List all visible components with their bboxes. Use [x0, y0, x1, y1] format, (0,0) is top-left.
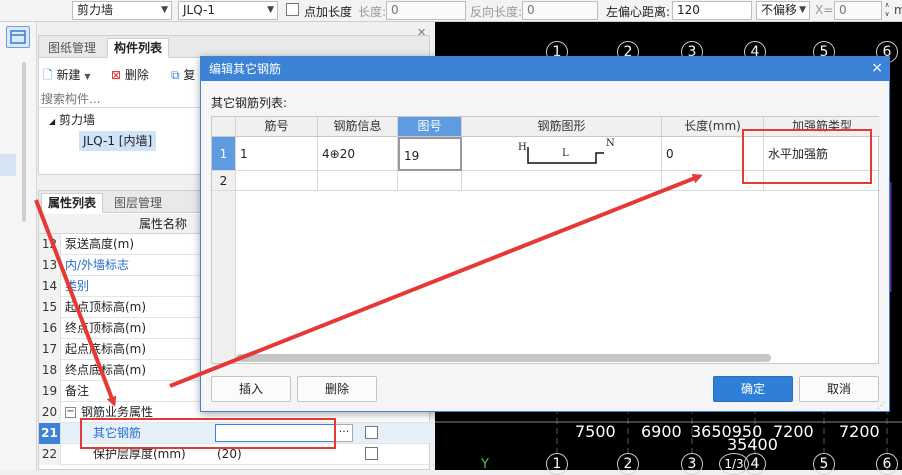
- close-icon[interactable]: ✕: [417, 26, 426, 39]
- dim-label: 6900: [641, 422, 682, 441]
- horizontal-scrollbar[interactable]: [236, 354, 771, 362]
- row-header[interactable]: 1: [212, 137, 236, 171]
- ok-button[interactable]: 确定: [713, 376, 793, 402]
- total-dim-label: 35400: [727, 435, 778, 454]
- offset-label: 左偏心距离:: [606, 5, 671, 19]
- delete-row-button[interactable]: 删除: [297, 376, 377, 402]
- axis-marker: 3: [681, 453, 703, 475]
- cell-fig-no[interactable]: [398, 171, 462, 191]
- col-header-bar-no[interactable]: 筋号: [236, 117, 318, 137]
- close-icon[interactable]: ×: [871, 59, 883, 77]
- length-label: 长度:: [358, 5, 387, 19]
- col-header-fig-no[interactable]: 图号: [398, 117, 462, 137]
- axis-marker: 4: [744, 453, 766, 475]
- col-header-bar-info[interactable]: 钢筋信息: [318, 117, 398, 137]
- chevron-down-icon: ▼: [267, 5, 274, 15]
- cell-bar-info[interactable]: [318, 171, 398, 191]
- cell-shape[interactable]: [462, 171, 662, 191]
- offset-mode-select[interactable]: 不偏移 ▼: [756, 1, 810, 20]
- collapse-icon[interactable]: −: [65, 407, 76, 418]
- length-input[interactable]: 0: [386, 1, 466, 20]
- tab-property-list[interactable]: 属性列表: [41, 193, 104, 213]
- tab-component-list[interactable]: 构件列表: [107, 38, 170, 58]
- copy-button[interactable]: ⧉ 复: [171, 66, 195, 83]
- x-spinner[interactable]: ∧ ∨: [882, 1, 892, 20]
- component-select[interactable]: JLQ-1 ▼: [178, 1, 278, 20]
- reverse-length-input[interactable]: 0: [522, 1, 598, 20]
- col-header-shape[interactable]: 钢筋图形: [462, 117, 662, 137]
- delete-icon: ⊠: [111, 68, 122, 82]
- insert-button[interactable]: 插入: [211, 376, 291, 402]
- copy-icon: ⧉: [171, 68, 180, 82]
- tab-drawing-manage[interactable]: 图纸管理: [41, 38, 103, 58]
- reverse-length-label: 反向长度:: [470, 5, 523, 19]
- tree-node-shear-wall[interactable]: ◢ 剪力墙: [49, 111, 95, 128]
- layout-toggle-button[interactable]: [6, 26, 30, 48]
- offset-input[interactable]: 120: [672, 1, 752, 20]
- annotation-box-other-rebar: [80, 418, 336, 449]
- tab-layer-manage[interactable]: 图层管理: [107, 193, 169, 213]
- cancel-button[interactable]: 取消: [799, 376, 879, 402]
- dim-label: 7200: [839, 422, 880, 441]
- checkbox[interactable]: [365, 426, 378, 439]
- scroll-track[interactable]: [22, 62, 26, 222]
- left-tool-strip: [0, 22, 37, 470]
- component-search-input[interactable]: [39, 90, 209, 108]
- cell-bar-no[interactable]: 1: [236, 137, 318, 171]
- panel-layout-icon: [10, 30, 26, 44]
- component-tabbar: 图纸管理 构件列表: [39, 36, 429, 58]
- grid-corner: [212, 117, 236, 137]
- ellipsis-button[interactable]: ···: [335, 424, 353, 442]
- dialog-title: 编辑其它钢筋: [201, 57, 889, 81]
- new-button[interactable]: 🗋 新建 ▼: [43, 66, 90, 87]
- row-header-gutter: [212, 191, 236, 363]
- axis-marker: 2: [617, 453, 639, 475]
- wall-type-select[interactable]: 剪力墙 ▼: [72, 1, 172, 20]
- property-toolbar: 剪力墙 ▼ JLQ-1 ▼ 点加长度 长度: 0 反向长度: 0 左偏心距离: 12…: [0, 0, 902, 22]
- resize-grip-icon[interactable]: ⋰: [877, 401, 885, 410]
- new-file-icon: 🗋: [43, 68, 53, 82]
- add-length-label: 点加长度: [304, 5, 353, 19]
- add-length-checkbox[interactable]: [286, 3, 299, 16]
- rebar-list-label: 其它钢筋列表:: [211, 96, 288, 110]
- dim-label: 7200: [773, 422, 814, 441]
- x-label: X=: [815, 3, 834, 17]
- dim-label: 7500: [575, 422, 616, 441]
- edit-other-rebar-dialog: 编辑其它钢筋 × 其它钢筋列表: 筋号 钢筋信息 图号 钢筋图形 长度(mm) …: [200, 56, 890, 412]
- chevron-down-icon: ▼: [799, 5, 806, 15]
- units-label: m: [894, 3, 902, 17]
- axis-marker: 5: [813, 453, 835, 475]
- x-input[interactable]: 0: [834, 1, 882, 20]
- tree-expanded-icon: ◢: [49, 117, 56, 126]
- selected-nav-marker: [0, 154, 16, 176]
- cell-bar-no[interactable]: [236, 171, 318, 191]
- chevron-down-icon: ▼: [161, 5, 168, 15]
- cell-bar-info[interactable]: 4⊕20: [318, 137, 398, 171]
- tree-node-jlq1[interactable]: JLQ-1 [内墙]: [79, 131, 157, 151]
- delete-button[interactable]: ⊠ 删除: [111, 66, 149, 83]
- cell-shape[interactable]: H L N: [462, 137, 662, 171]
- checkbox[interactable]: [365, 447, 378, 460]
- annotation-box-type: [742, 129, 872, 184]
- chevron-down-icon: ▼: [84, 72, 91, 81]
- cell-fig-no[interactable]: 19: [398, 137, 462, 171]
- axis-marker: 6: [876, 453, 898, 475]
- axis-marker: 1: [546, 453, 568, 475]
- row-header[interactable]: 2: [212, 171, 236, 191]
